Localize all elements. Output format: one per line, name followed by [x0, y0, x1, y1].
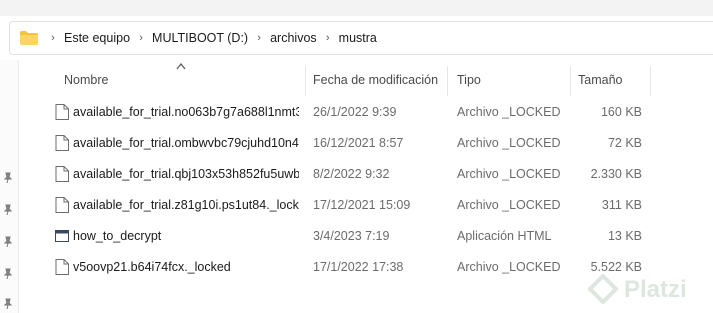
column-divider[interactable] [570, 66, 571, 96]
file-name[interactable]: how_to_decrypt [73, 221, 299, 251]
file-name[interactable]: available_for_trial.qbj103x53h852fu5uwb.… [73, 159, 299, 189]
file-icon [55, 197, 69, 213]
column-header-date[interactable]: Fecha de modificación [313, 66, 438, 94]
file-icon [55, 135, 69, 151]
column-header-type[interactable]: Tipo [457, 66, 481, 94]
file-size: 72 KB [607, 136, 642, 150]
watermark-text: Platzi [624, 276, 687, 303]
platzi-logo-icon [588, 274, 618, 304]
file-row[interactable]: available_for_trial.qbj103x53h852fu5uwb.… [0, 159, 713, 189]
file-type: Aplicación HTML [457, 229, 552, 243]
column-header-size[interactable]: Tamaño [578, 66, 622, 94]
chevron-right-icon[interactable]: › [134, 32, 148, 44]
file-icon [55, 104, 69, 120]
breadcrumb: › Este equipo › MULTIBOOT (D:) › archivo… [44, 22, 379, 54]
column-header-row: Nombre Fecha de modificación Tipo Tamaño [0, 66, 713, 96]
breadcrumb-archivos[interactable]: archivos [268, 31, 319, 45]
file-icon [55, 259, 69, 275]
file-row[interactable]: available_for_trial.ombwvbc79cjuhd10n4..… [0, 128, 713, 158]
file-date: 17/1/2022 17:38 [313, 260, 404, 274]
column-divider[interactable] [305, 66, 306, 96]
folder-icon [20, 31, 38, 45]
column-divider[interactable] [650, 66, 651, 96]
file-type: Archivo _LOCKED [457, 105, 561, 119]
breadcrumb-este-equipo[interactable]: Este equipo [62, 31, 132, 45]
file-size: 2.330 KB [590, 167, 642, 181]
address-bar[interactable]: › Este equipo › MULTIBOOT (D:) › archivo… [9, 21, 713, 55]
window-top-strip [0, 0, 713, 16]
file-type: Archivo _LOCKED [457, 136, 561, 150]
file-name[interactable]: available_for_trial.ombwvbc79cjuhd10n4..… [73, 128, 299, 158]
file-row[interactable]: available_for_trial.z81g10i.ps1ut84._loc… [0, 190, 713, 220]
file-name[interactable]: available_for_trial.z81g10i.ps1ut84._loc… [73, 190, 299, 220]
file-name[interactable]: v5oovp21.b64i74fcx._locked [73, 252, 299, 282]
file-type: Archivo _LOCKED [457, 167, 561, 181]
chevron-right-icon[interactable]: › [321, 32, 335, 44]
file-size: 311 KB [601, 198, 642, 212]
file-date: 8/2/2022 9:32 [313, 167, 390, 181]
platzi-watermark: Platzi [588, 272, 713, 308]
file-icon [55, 166, 69, 182]
breadcrumb-mustra[interactable]: mustra [337, 31, 379, 45]
file-type: Archivo _LOCKED [457, 198, 561, 212]
column-divider[interactable] [447, 66, 448, 96]
file-date: 17/12/2021 15:09 [313, 198, 411, 212]
file-row[interactable]: available_for_trial.no063b7g7a688l1nmt3.… [0, 97, 713, 127]
file-name[interactable]: available_for_trial.no063b7g7a688l1nmt3.… [73, 97, 299, 127]
file-date: 16/12/2021 8:57 [313, 136, 404, 150]
file-row[interactable]: how_to_decrypt 3/4/2023 7:19 Aplicación … [0, 221, 713, 251]
file-size: 13 KB [607, 229, 642, 243]
file-size: 160 KB [600, 105, 642, 119]
pin-icon[interactable] [2, 298, 14, 310]
column-header-name[interactable]: Nombre [64, 66, 108, 94]
file-date: 26/1/2022 9:39 [313, 105, 397, 119]
chevron-right-icon[interactable]: › [252, 32, 266, 44]
file-type: Archivo _LOCKED [457, 260, 561, 274]
file-date: 3/4/2023 7:19 [313, 229, 390, 243]
chevron-right-icon[interactable]: › [46, 32, 60, 44]
html-app-icon [55, 230, 69, 242]
breadcrumb-multiboot[interactable]: MULTIBOOT (D:) [150, 31, 250, 45]
